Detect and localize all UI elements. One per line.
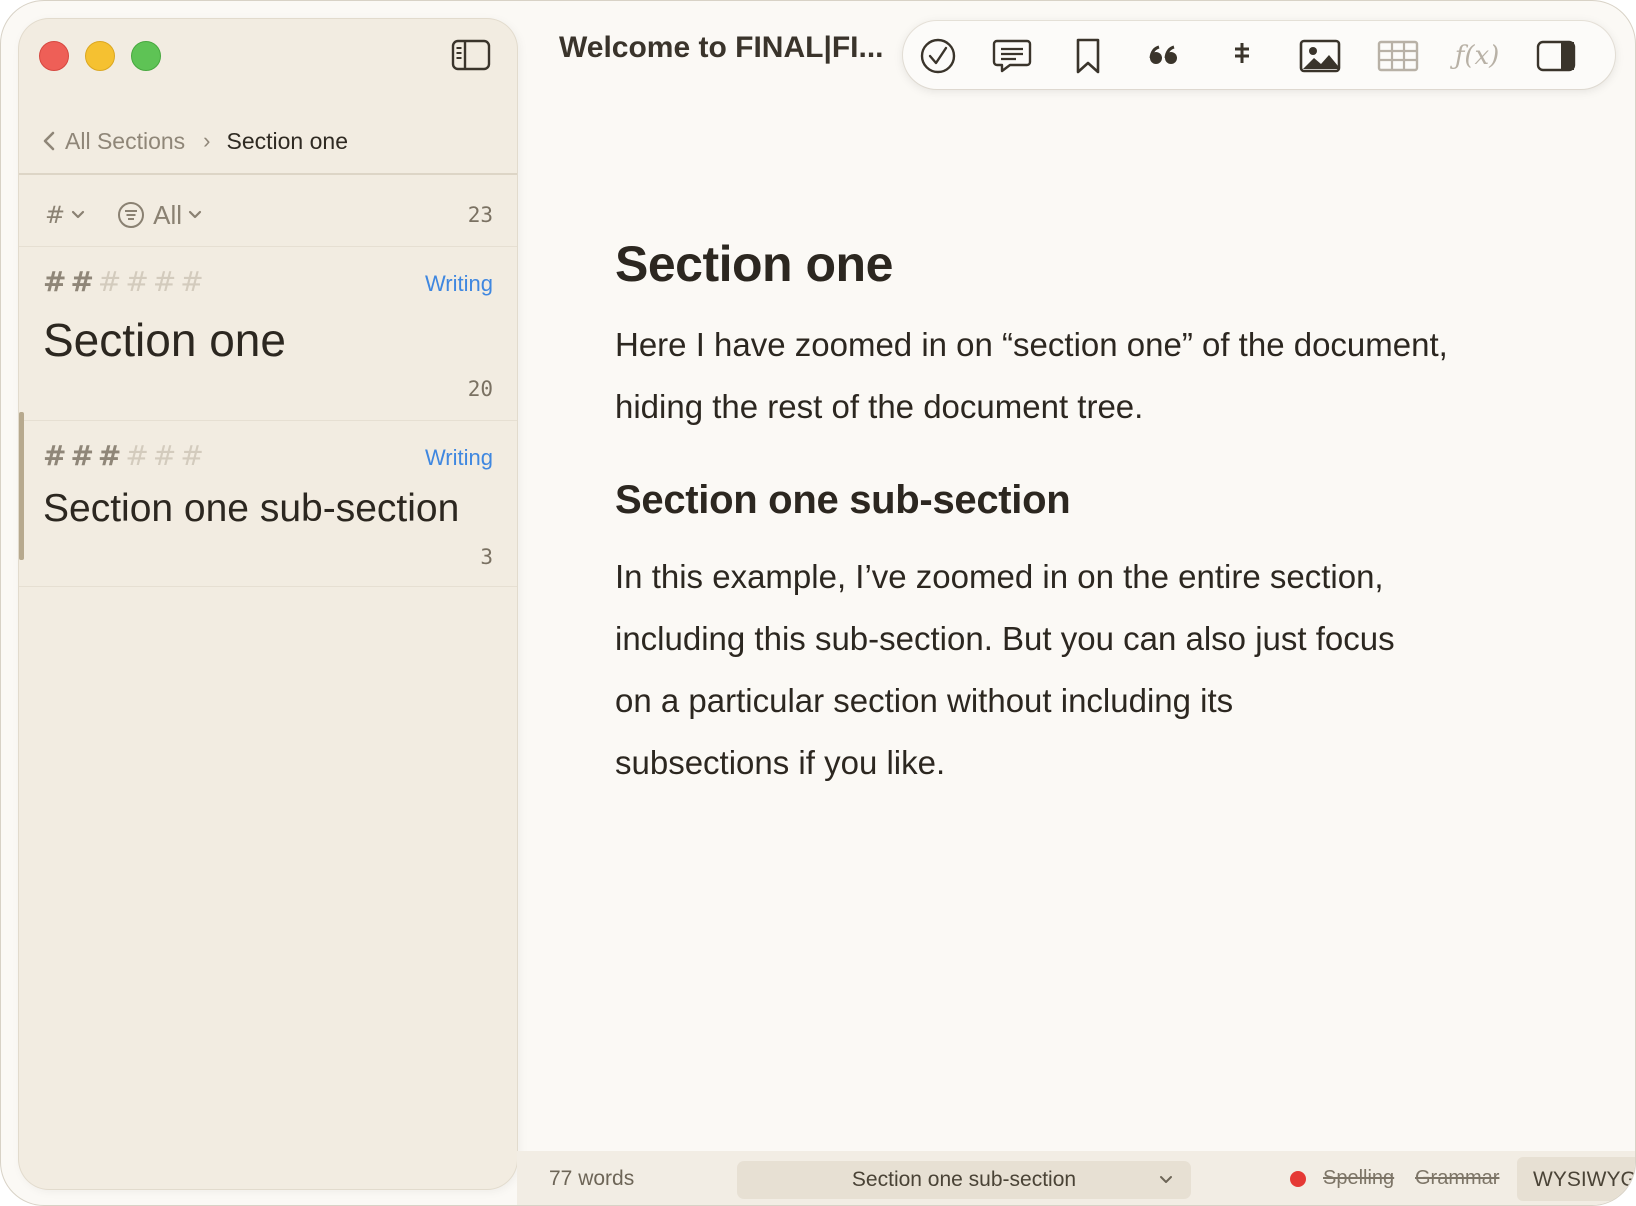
chevron-down-icon — [1160, 1176, 1172, 1183]
word-count: 77 words — [549, 1167, 635, 1190]
inspector-panel-icon[interactable] — [1535, 35, 1577, 77]
paragraph-line: hiding the rest of the document tree. — [615, 388, 1144, 425]
heading-level-indicator: ###### — [43, 439, 208, 472]
status-badge: Writing — [424, 445, 493, 470]
app-window: All Sections › Section one # All 23 ####… — [0, 0, 1636, 1206]
paragraph-line: Here I have zoomed in on “section one” o… — [615, 326, 1448, 363]
image-icon[interactable] — [1299, 35, 1341, 77]
status-filter-label: All — [153, 199, 183, 230]
status-badge: Writing — [424, 271, 493, 296]
heading-2: Section one sub-section — [615, 478, 1071, 522]
function-label: ƒ(x) — [1454, 41, 1500, 71]
grammar-toggle[interactable]: Grammar — [1415, 1167, 1499, 1190]
chevron-left-icon[interactable] — [41, 129, 57, 153]
editor-mode-label: WYSIWYG — [1533, 1168, 1636, 1191]
document-editor[interactable]: Section one Here I have zoomed in on “se… — [615, 221, 1545, 794]
function-icon[interactable]: ƒ(x) — [1449, 35, 1505, 77]
paragraph-line: subsections if you like. — [615, 744, 946, 781]
heading-level-symbol: # — [45, 201, 66, 229]
breadcrumb-separator: › — [203, 128, 211, 153]
editor-mode-button[interactable]: WYSIWYG — [1517, 1157, 1636, 1201]
footnote-icon[interactable] — [1221, 35, 1263, 77]
chevron-down-icon — [72, 210, 85, 219]
section-selector[interactable]: Section one sub-section — [737, 1161, 1191, 1199]
sidebar: All Sections › Section one # All 23 ####… — [19, 19, 517, 1189]
comment-icon[interactable] — [991, 35, 1033, 77]
section-word-count: 3 — [480, 545, 493, 569]
recording-dot-icon — [1290, 1171, 1306, 1187]
section-title: Section one sub-section — [43, 487, 460, 530]
zoom-window-button[interactable] — [131, 41, 161, 71]
total-word-count: 23 — [467, 203, 493, 227]
section-list-item[interactable]: ###### Writing Section one sub-section 3 — [19, 421, 517, 587]
section-list-item[interactable]: ###### Writing Section one 20 — [19, 247, 517, 419]
paragraph: Here I have zoomed in on “section one” o… — [615, 314, 1545, 438]
heading-level-filter[interactable]: # — [45, 201, 85, 229]
divider — [19, 586, 517, 587]
filter-row: # All 23 — [45, 195, 493, 235]
breadcrumb-current: Section one — [226, 127, 348, 154]
heading-level-indicator: ###### — [43, 265, 208, 298]
bookmark-icon[interactable] — [1067, 35, 1109, 77]
section-selector-label: Section one sub-section — [851, 1168, 1077, 1191]
paragraph: In this example, I’ve zoomed in on the e… — [615, 546, 1545, 794]
heading-1: Section one — [615, 236, 893, 292]
divider — [19, 173, 517, 175]
filter-icon — [118, 202, 145, 228]
status-filter[interactable]: All — [117, 200, 202, 231]
close-window-button[interactable] — [39, 41, 69, 71]
task-check-icon[interactable] — [917, 35, 959, 77]
editor-toolbar: ƒ(x) — [903, 21, 1615, 89]
document-title: Welcome to FINAL|FI... — [559, 31, 884, 64]
chevron-down-icon — [188, 210, 202, 219]
breadcrumb: All Sections › Section one — [41, 121, 348, 161]
section-title: Section one — [43, 314, 286, 366]
status-bar: 77 words Section one sub-section Spellin… — [517, 1151, 1636, 1205]
quote-icon[interactable] — [1143, 35, 1185, 77]
breadcrumb-all-sections[interactable]: All Sections — [65, 128, 185, 155]
paragraph-line: on a particular section without includin… — [615, 682, 1234, 719]
paragraph-line: including this sub-section. But you can … — [615, 620, 1395, 657]
paragraph-line: In this example, I’ve zoomed in on the e… — [615, 558, 1384, 595]
section-word-count: 20 — [467, 377, 493, 401]
minimize-window-button[interactable] — [85, 41, 115, 71]
sidebar-toggle-icon[interactable] — [451, 38, 491, 72]
spelling-toggle[interactable]: Spelling — [1323, 1167, 1394, 1190]
table-icon[interactable] — [1377, 35, 1419, 77]
